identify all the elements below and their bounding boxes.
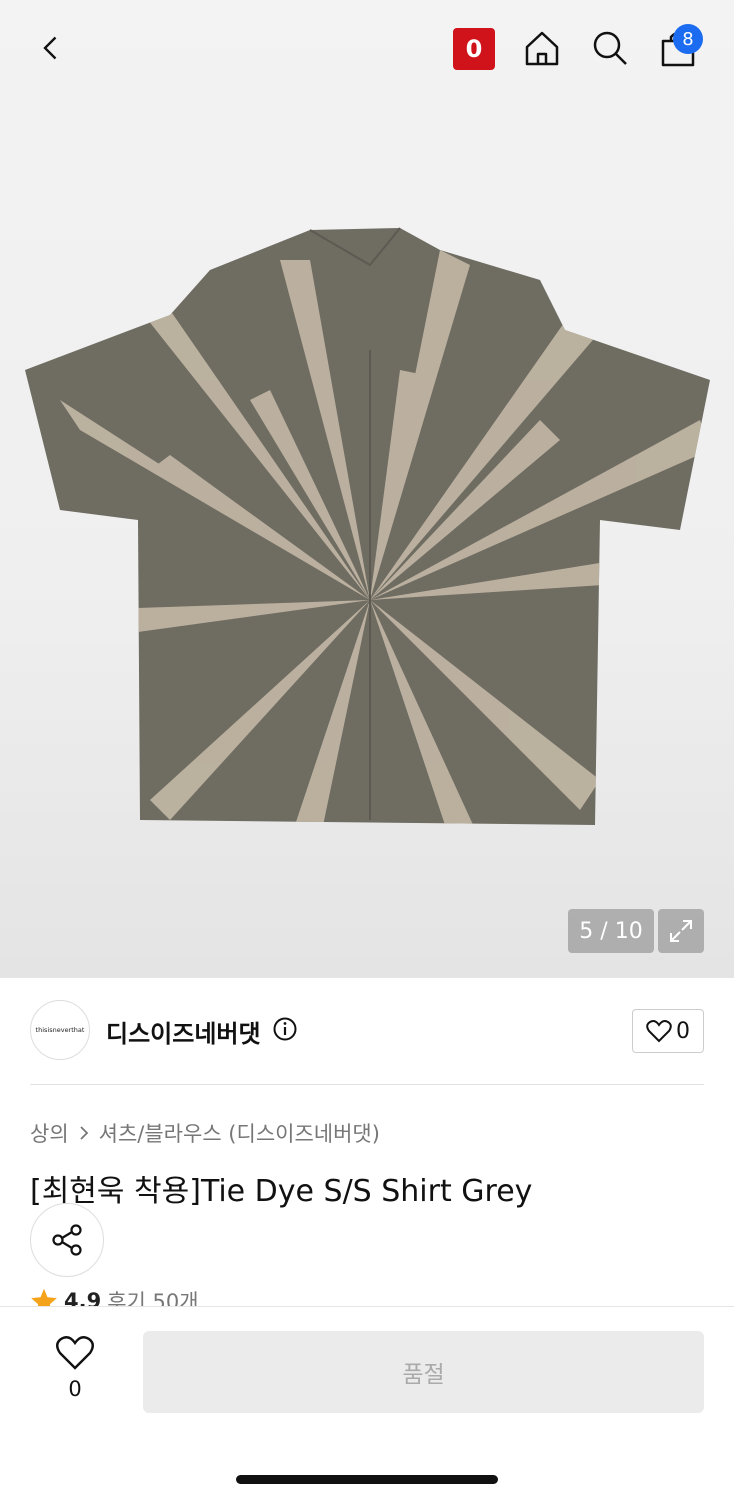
search-button[interactable] [588,26,632,70]
back-button[interactable] [30,26,74,70]
product-image-gallery[interactable]: 0 8 5 / 10 [0,0,734,978]
cart-count-badge: 8 [673,24,703,54]
home-button[interactable] [520,26,564,70]
search-icon [593,31,627,65]
brand-name[interactable]: 디스이즈네버댓 [106,1014,261,1049]
divider [30,1084,704,1085]
home-indicator [236,1475,498,1484]
brand-logo[interactable]: thisisneverthat [30,1000,90,1060]
chevron-left-icon [43,36,57,60]
product-title: [최현욱 착용]Tie Dye S/S Shirt Grey [30,1174,533,1209]
expand-icon [670,920,692,942]
brand-like-button[interactable]: 0 [632,1009,704,1053]
home-icon [525,31,559,66]
breadcrumb: 상의 셔츠/블라우스 (디스이즈네버댓) [30,1118,380,1148]
breadcrumb-subcategory[interactable]: 셔츠/블라우스 (디스이즈네버댓) [99,1118,380,1148]
bottom-action-bar: 0 품절 [0,1306,734,1501]
breadcrumb-category[interactable]: 상의 [30,1118,69,1148]
expand-button[interactable] [658,909,704,953]
info-icon[interactable] [273,1017,297,1041]
wishlist-button[interactable]: 0 [50,1335,100,1401]
brand-row: thisisneverthat 디스이즈네버댓 0 [30,1000,704,1062]
brand-like-count: 0 [676,1018,690,1044]
product-image [25,227,710,825]
soldout-button[interactable]: 품절 [143,1331,704,1413]
share-icon [52,1224,82,1256]
o-badge-button[interactable]: 0 [453,28,495,70]
wishlist-count: 0 [68,1377,82,1401]
image-counter: 5 / 10 [568,909,654,953]
heart-icon [56,1336,94,1370]
heart-icon [646,1020,672,1043]
chevron-right-icon [80,1126,88,1140]
share-button[interactable] [30,1203,104,1277]
